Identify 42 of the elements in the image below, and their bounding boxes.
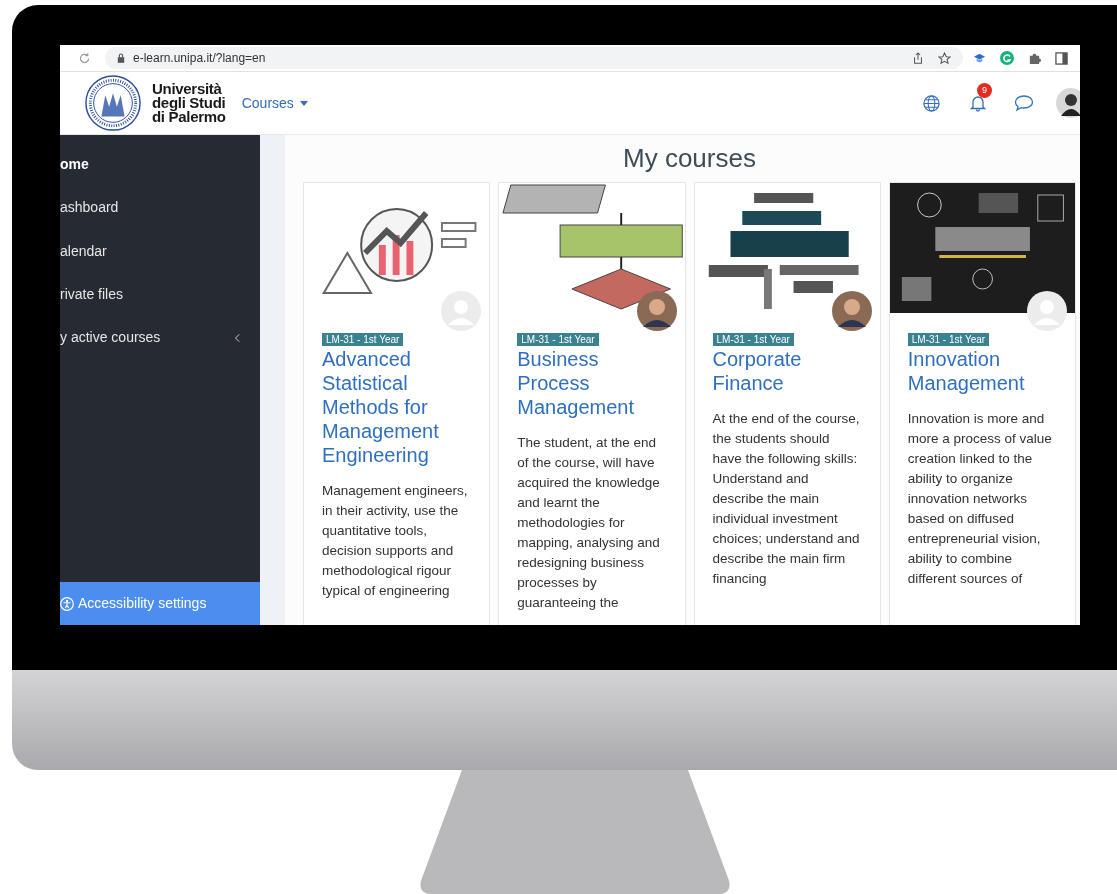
sidebar-item[interactable]: alendar [60,229,260,273]
puzzle-icon[interactable] [1028,51,1041,65]
course-description: Management engineers, in their activity, use the quantitative tools, decision supports and methodological rigour typical of engineering [322,482,469,600]
share-icon[interactable] [912,52,924,64]
address-bar[interactable]: e-learn.unipa.it/?lang=en [105,47,963,69]
course-card[interactable] [303,182,491,625]
page-title: My courses [622,142,757,175]
course-badge: LM-31 - 1st Year [322,333,404,346]
sidebar-item[interactable]: y active courses [60,316,260,360]
course-badge: LM-31 - 1st Year [907,333,990,346]
course-badge: LM-31 - 1st Year [712,333,794,346]
globe-icon[interactable] [923,94,940,112]
courses-menu[interactable]: Courses [241,92,308,114]
notification-bell-icon[interactable] [970,94,986,112]
course-title[interactable]: Business Process Management [517,347,667,419]
course-badge: LM-31 - 1st Year [517,333,599,346]
course-card[interactable] [498,182,686,625]
course-card[interactable] [888,182,1076,625]
course-title[interactable]: Corporate Finance [712,347,862,395]
sidebar-item[interactable]: rivate files [60,272,260,317]
graduation-cap-icon[interactable] [973,51,986,65]
user-avatar[interactable] [1056,88,1080,118]
url-text: e-learn.unipa.it/?lang=en [133,50,266,67]
university-seal-logo[interactable] [84,74,142,132]
extension-g-icon[interactable] [1000,51,1014,65]
chat-bubble-icon[interactable] [1014,94,1034,112]
side-panel-icon[interactable] [1055,51,1068,65]
university-name: Università degli Studi di Palermo [152,82,226,124]
course-title[interactable]: Advanced Statistical Methods for Management Engineering [322,347,472,467]
course-description: At the end of the course, the students should have the following skills: Understand and describe the main individual investment choices; understand and describe the main firm financing [712,410,861,588]
course-card[interactable] [693,182,881,625]
star-icon[interactable] [938,51,951,65]
course-description: The student, at the end of the course, will have acquired the knowledge and learnt the methodologies for mapping, analysing and redesigning business processes by guaranteeing the [517,434,661,612]
accessibility-icon [60,596,74,611]
course-title[interactable]: Innovation Management [907,347,1057,395]
caret-icon [299,100,308,106]
course-description: Innovation is more and more a process of value creation linked to the ability to organize innovation networks based on diffused entrepreneurial vision, ability to combine different sources of [907,410,1053,588]
sidebar-item[interactable]: ome [60,143,260,187]
lock-icon [117,53,125,63]
notification-count: 9 [977,83,992,98]
reload-icon[interactable] [78,51,91,65]
sidebar-item[interactable]: ashboard [60,186,260,230]
